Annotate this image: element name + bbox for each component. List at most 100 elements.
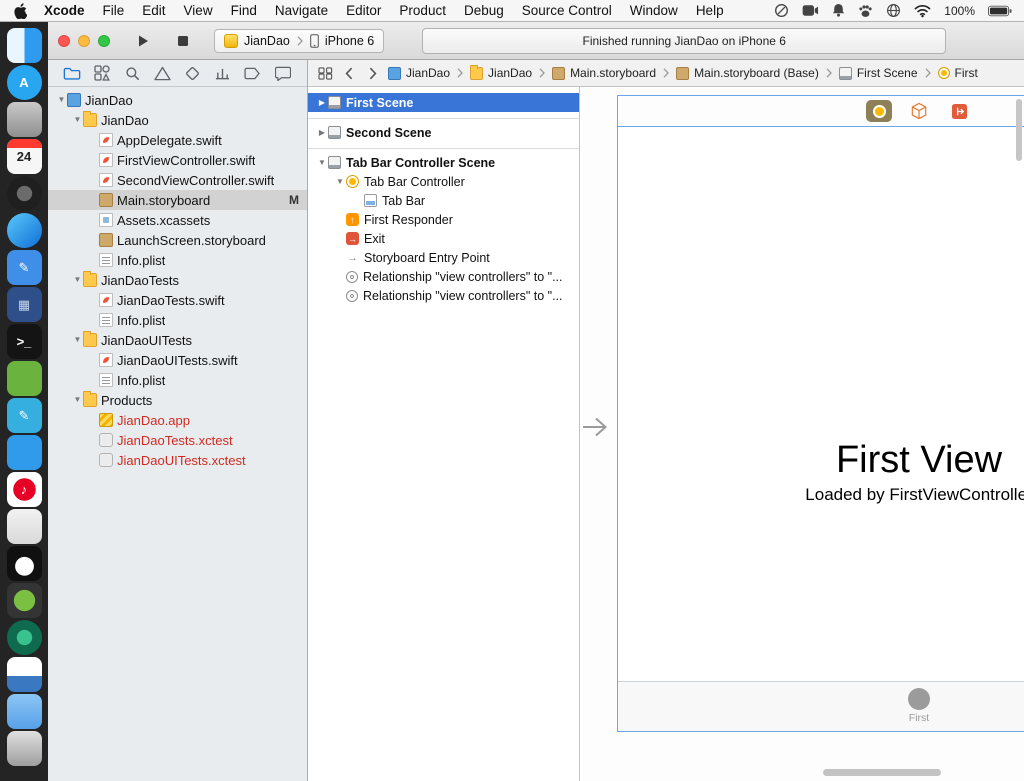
outline-row[interactable]: ▶ Second Scene (308, 123, 579, 142)
folder-dock-icon[interactable] (6, 694, 42, 729)
bell-icon[interactable] (832, 3, 845, 18)
exit-icon[interactable] (946, 100, 972, 122)
light-app-icon[interactable] (6, 509, 42, 544)
music-app-icon[interactable]: ♪ (6, 472, 42, 507)
jumpbar-segment[interactable]: Main.storyboard (Base) (676, 66, 819, 80)
lens-app-icon[interactable] (6, 176, 42, 211)
navigator-row[interactable]: JianDaoTests.swift (48, 290, 307, 310)
disclosure-triangle-icon[interactable]: ▼ (72, 116, 83, 124)
menu-debug[interactable]: Debug (455, 3, 513, 18)
app-store-icon[interactable]: A (6, 65, 42, 100)
menu-edit[interactable]: Edit (133, 3, 174, 18)
symbol-navigator-icon[interactable] (91, 62, 113, 84)
outline-row[interactable]: ▶ First Scene (308, 93, 579, 112)
navigator-row[interactable]: JianDaoUITests.swift (48, 350, 307, 370)
navigator-row[interactable]: JianDaoTests.xctest (48, 430, 307, 450)
navigator-row[interactable]: ▼ JianDaoUITests (48, 330, 307, 350)
view-controller-icon[interactable] (866, 100, 892, 122)
circle-x-icon[interactable] (774, 3, 789, 18)
related-items-icon[interactable] (316, 63, 334, 83)
camera-icon[interactable] (802, 4, 819, 17)
storyboard-canvas[interactable]: First View Loaded by FirstViewController… (580, 87, 1024, 781)
test-navigator-icon[interactable] (182, 62, 204, 84)
navigator-row[interactable]: JianDaoUITests.xctest (48, 450, 307, 470)
atom-app-icon[interactable] (6, 620, 42, 655)
tab-bar[interactable]: First (618, 681, 1024, 731)
people-app-icon[interactable] (6, 435, 42, 470)
menu-window[interactable]: Window (621, 3, 687, 18)
paw-icon[interactable] (858, 4, 873, 18)
disclosure-triangle-icon[interactable]: ▼ (316, 158, 328, 167)
writer-app-icon[interactable]: ✎ (6, 398, 42, 433)
back-button[interactable] (340, 63, 358, 83)
box-app-icon[interactable] (6, 657, 42, 692)
battery-icon[interactable] (988, 5, 1012, 17)
wifi-icon[interactable] (914, 4, 931, 18)
jumpbar-segment[interactable]: First (937, 66, 978, 80)
navigator-row[interactable]: SecondViewController.swift (48, 170, 307, 190)
disclosure-triangle-icon[interactable]: ▼ (72, 276, 83, 284)
vertical-scrollbar[interactable] (1016, 99, 1022, 161)
jumpbar-segment[interactable]: JianDao (470, 64, 532, 80)
navigator-row[interactable]: JianDao.app (48, 410, 307, 430)
terminal-icon[interactable]: >_ (6, 324, 42, 359)
close-button[interactable] (58, 34, 70, 47)
menu-view[interactable]: View (175, 3, 222, 18)
apple-menu-icon[interactable] (14, 2, 27, 19)
outline-row[interactable]: Relationship "view controllers" to "... (308, 286, 579, 305)
menu-xcode[interactable]: Xcode (35, 3, 94, 18)
globe-icon[interactable] (886, 3, 901, 18)
menu-file[interactable]: File (94, 3, 134, 18)
disclosure-triangle-icon[interactable]: ▼ (334, 177, 346, 186)
outline-row[interactable]: Exit (308, 229, 579, 248)
qq-icon[interactable] (6, 546, 42, 581)
navigator-row[interactable]: Assets.xcassets (48, 210, 307, 230)
menu-find[interactable]: Find (222, 3, 266, 18)
android-app-icon[interactable] (6, 583, 42, 618)
breakpoint-navigator-icon[interactable] (242, 62, 264, 84)
outline-row[interactable]: Storyboard Entry Point (308, 248, 579, 267)
gray-app-icon[interactable] (6, 102, 42, 137)
find-navigator-icon[interactable] (121, 62, 143, 84)
scheme-selector[interactable]: JianDao iPhone 6 (214, 28, 385, 53)
disclosure-triangle-icon[interactable]: ▶ (316, 128, 328, 137)
tab-item-icon[interactable] (908, 688, 930, 710)
navigator-row[interactable]: Info.plist (48, 250, 307, 270)
outline-row[interactable]: ▼ Tab Bar Controller Scene (308, 153, 579, 172)
navigator-row[interactable]: Info.plist (48, 370, 307, 390)
debug-navigator-icon[interactable] (212, 62, 234, 84)
calendar-icon[interactable]: 24 (6, 139, 42, 174)
safari-icon[interactable] (6, 213, 42, 248)
outline-row[interactable]: First Responder (308, 210, 579, 229)
storyboard-entry-point-arrow[interactable] (582, 417, 616, 440)
disclosure-triangle-icon[interactable]: ▼ (72, 396, 83, 404)
minimize-button[interactable] (78, 34, 90, 47)
issue-navigator-icon[interactable] (151, 62, 173, 84)
menu-product[interactable]: Product (390, 3, 455, 18)
jumpbar-segment[interactable]: First Scene (838, 66, 918, 80)
menu-source-control[interactable]: Source Control (513, 3, 621, 18)
first-responder-icon[interactable] (906, 100, 932, 122)
navigator-row[interactable]: FirstViewController.swift (48, 150, 307, 170)
menu-editor[interactable]: Editor (337, 3, 390, 18)
first-view-label[interactable]: First View (618, 439, 1024, 482)
selected-scene[interactable]: First View Loaded by FirstViewController… (617, 95, 1024, 732)
jumpbar-segment[interactable]: JianDao (388, 66, 450, 80)
notes-app-icon[interactable]: ✎ (6, 250, 42, 285)
forward-button[interactable] (364, 63, 382, 83)
zoom-button[interactable] (98, 34, 110, 47)
first-view-controller-view[interactable]: First View Loaded by FirstViewController… (618, 126, 1024, 731)
menu-navigate[interactable]: Navigate (266, 3, 337, 18)
run-button[interactable] (128, 28, 158, 54)
outline-row[interactable]: ▼ Tab Bar Controller (308, 172, 579, 191)
grid-app-icon[interactable]: ▦ (6, 287, 42, 322)
outline-row[interactable]: Relationship "view controllers" to "... (308, 267, 579, 286)
navigator-row[interactable]: ▼ JianDao (48, 90, 307, 110)
report-navigator-icon[interactable] (272, 62, 294, 84)
horizontal-scrollbar[interactable] (823, 769, 941, 776)
disclosure-triangle-icon[interactable]: ▼ (56, 96, 67, 104)
disclosure-triangle-icon[interactable]: ▼ (72, 336, 83, 344)
outline-row[interactable]: Tab Bar (308, 191, 579, 210)
finder-icon[interactable] (6, 28, 42, 63)
loaded-by-label[interactable]: Loaded by FirstViewController (618, 485, 1024, 505)
